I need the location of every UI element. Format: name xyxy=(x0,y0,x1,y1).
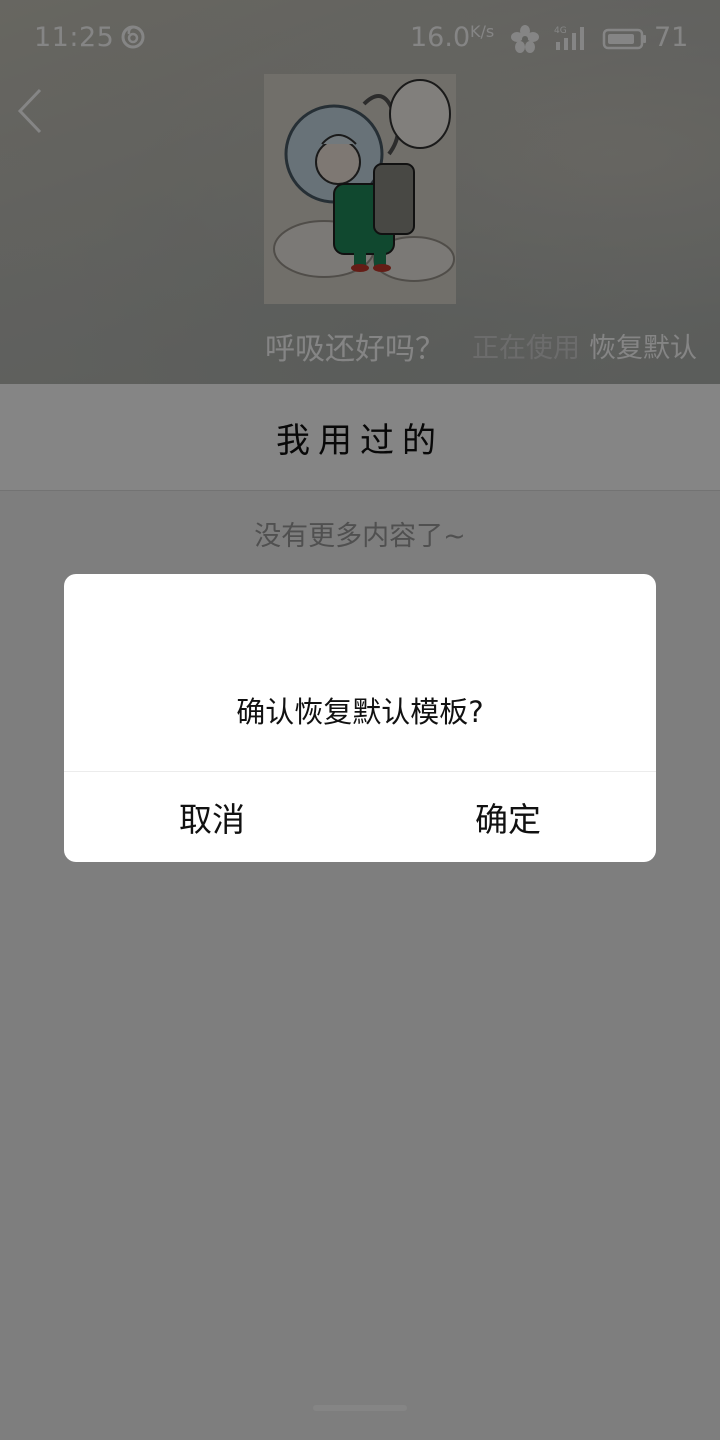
cancel-button[interactable]: 取消 xyxy=(64,772,360,862)
confirm-button[interactable]: 确定 xyxy=(360,772,656,862)
dialog-message: 确认恢复默认模板? xyxy=(236,695,484,729)
confirm-dialog: 确认恢复默认模板? 取消 确定 xyxy=(64,574,656,862)
